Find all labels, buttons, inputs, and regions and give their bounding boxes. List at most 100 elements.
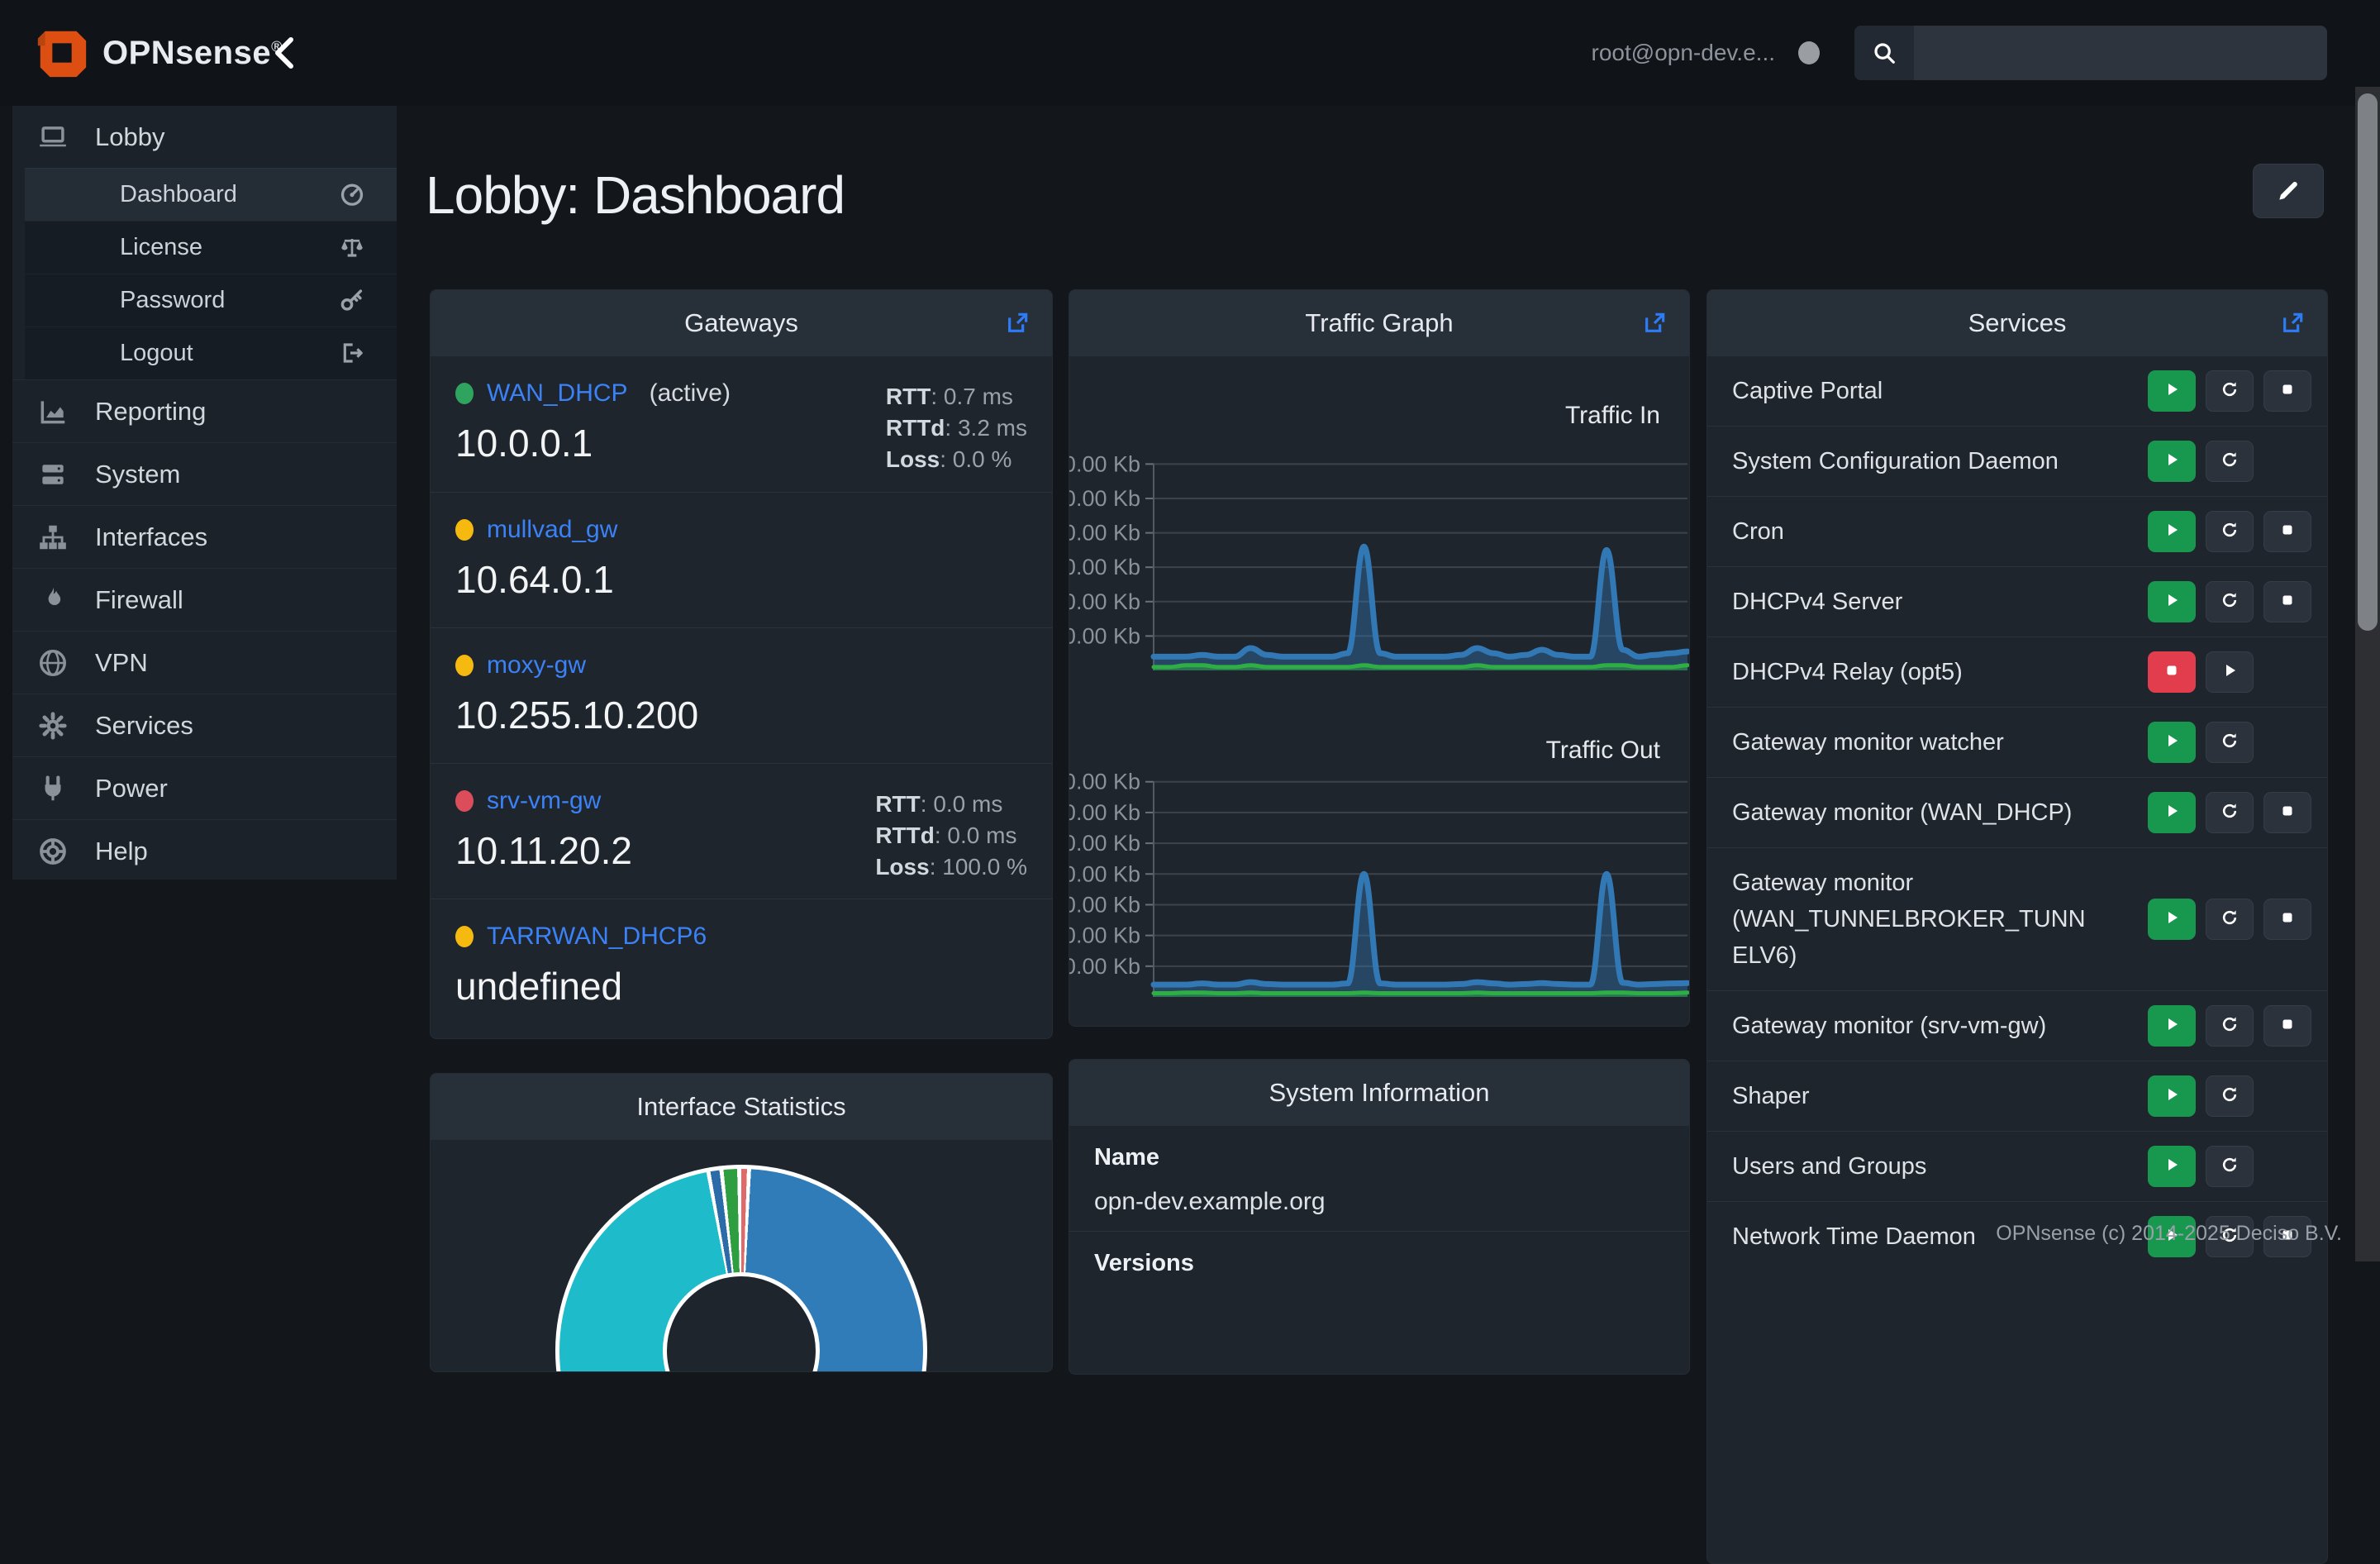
sitemap-icon	[37, 521, 74, 554]
gateway-status-dot	[455, 383, 474, 404]
sidebar-item-password[interactable]: Password	[25, 274, 397, 327]
service-start-button[interactable]	[2148, 1146, 2196, 1187]
service-restart-button[interactable]	[2206, 1075, 2254, 1117]
gateway-link[interactable]: TARRWAN_DHCP6	[487, 923, 707, 951]
service-start-button[interactable]	[2148, 441, 2196, 482]
gateway-row-wan-dhcp: WAN_DHCP(active)10.0.0.1RTT: 0.7 msRTTd:…	[431, 356, 1052, 492]
service-restart-button[interactable]	[2206, 1005, 2254, 1047]
service-row-gateway-monitor-srv-vm-gw: Gateway monitor (srv-vm-gw)	[1707, 990, 2327, 1061]
service-start-button[interactable]	[2206, 651, 2254, 693]
sidebar-item-dashboard[interactable]: Dashboard	[25, 168, 397, 221]
service-start-button[interactable]	[2148, 722, 2196, 763]
service-actions	[2148, 899, 2311, 940]
brand[interactable]: OPNsense®	[33, 21, 283, 84]
service-start-button[interactable]	[2148, 1075, 2196, 1117]
sidebar-item-services[interactable]: Services	[12, 694, 397, 756]
sidebar-menu: LobbyDashboardLicensePasswordLogoutRepor…	[12, 106, 397, 882]
play-icon	[2162, 520, 2182, 544]
external-link-icon[interactable]	[1004, 310, 1031, 336]
donut-hole	[663, 1272, 820, 1371]
service-restart-button[interactable]	[2206, 1146, 2254, 1187]
service-start-button[interactable]	[2148, 581, 2196, 622]
service-stop-button[interactable]	[2263, 581, 2311, 622]
gateway-address: undefined	[455, 964, 1027, 1008]
service-row-cron: Cron	[1707, 496, 2327, 566]
scrollbar-track[interactable]	[2355, 87, 2380, 1261]
service-start-button[interactable]	[2148, 1005, 2196, 1047]
sidebar-item-lobby[interactable]: Lobby	[12, 106, 397, 168]
service-start-button[interactable]	[2148, 511, 2196, 552]
svg-text:700.00 Kb: 700.00 Kb	[1069, 770, 1140, 794]
service-start-button[interactable]	[2148, 899, 2196, 940]
service-restart-button[interactable]	[2206, 511, 2254, 552]
gauge-icon	[339, 181, 369, 209]
gateway-link[interactable]: WAN_DHCP	[487, 379, 628, 408]
gateway-address: 10.64.0.1	[455, 557, 1027, 602]
sidebar-item-reporting[interactable]: Reporting	[12, 379, 397, 442]
sidebar-item-label: Services	[95, 711, 193, 741]
sidebar-item-vpn[interactable]: VPN	[12, 631, 397, 694]
main-content: Lobby: Dashboard Gateways WAN_DHCP(activ…	[397, 106, 2355, 1261]
gateway-link[interactable]: mullvad_gw	[487, 516, 617, 544]
sidebar-item-label: System	[95, 460, 180, 489]
sidebar-item-label: VPN	[95, 648, 148, 678]
service-row-users-and-groups: Users and Groups	[1707, 1131, 2327, 1201]
service-restart-button[interactable]	[2206, 581, 2254, 622]
service-restart-button[interactable]	[2206, 792, 2254, 833]
service-restart-button[interactable]	[2206, 722, 2254, 763]
service-name: DHCPv4 Relay (opt5)	[1732, 654, 2096, 690]
service-stop-button[interactable]	[2148, 651, 2196, 693]
gateways-panel: Gateways WAN_DHCP(active)10.0.0.1RTT: 0.…	[430, 289, 1053, 1039]
service-start-button[interactable]	[2148, 792, 2196, 833]
edit-dashboard-button[interactable]	[2253, 164, 2324, 218]
sidebar-item-system[interactable]: System	[12, 442, 397, 505]
sidebar-collapse-button[interactable]	[266, 33, 306, 73]
field-value: opn-dev.example.org	[1094, 1188, 1664, 1218]
service-actions	[2148, 792, 2311, 833]
service-stop-button[interactable]	[2263, 370, 2311, 412]
svg-text:120.00 Kb: 120.00 Kb	[1069, 451, 1140, 476]
pencil-icon	[2275, 178, 2301, 204]
service-start-button[interactable]	[2148, 370, 2196, 412]
sidebar-item-logout[interactable]: Logout	[25, 327, 397, 379]
chevron-left-icon	[266, 33, 306, 73]
sidebar-item-help[interactable]: Help	[12, 819, 397, 882]
service-restart-button[interactable]	[2206, 441, 2254, 482]
globe-icon	[37, 646, 74, 679]
service-stop-button[interactable]	[2263, 511, 2311, 552]
sidebar-item-label: Help	[95, 837, 148, 866]
service-restart-button[interactable]	[2206, 899, 2254, 940]
user-menu[interactable]: root@opn-dev.e...	[1592, 40, 1775, 66]
search-input[interactable]	[1914, 26, 2327, 80]
sidebar-item-license[interactable]: License	[25, 221, 397, 274]
scales-icon	[339, 234, 369, 262]
scrollbar-thumb[interactable]	[2358, 93, 2378, 631]
service-stop-button[interactable]	[2263, 792, 2311, 833]
gateway-link[interactable]: moxy-gw	[487, 651, 586, 679]
service-name: Cron	[1732, 513, 2096, 550]
interface-statistics-panel: Interface Statistics	[430, 1073, 1053, 1372]
service-stop-button[interactable]	[2263, 899, 2311, 940]
stop-icon	[2278, 379, 2297, 403]
sidebar-item-power[interactable]: Power	[12, 756, 397, 819]
svg-text:200.00 Kb: 200.00 Kb	[1069, 923, 1140, 948]
gateway-link[interactable]: srv-vm-gw	[487, 787, 601, 815]
service-restart-button[interactable]	[2206, 370, 2254, 412]
fire-icon	[37, 584, 74, 617]
service-actions	[2148, 370, 2311, 412]
stop-icon	[2278, 590, 2297, 614]
service-actions	[2148, 511, 2311, 552]
system-information-title: System Information	[1269, 1078, 1489, 1108]
play-icon	[2162, 801, 2182, 825]
sidebar-item-label: Interfaces	[95, 522, 207, 552]
sidebar-item-firewall[interactable]: Firewall	[12, 568, 397, 631]
services-list: Captive PortalSystem Configuration Daemo…	[1707, 356, 2327, 1271]
restart-icon	[2220, 1085, 2240, 1109]
external-link-icon[interactable]	[1641, 310, 1668, 336]
svg-text:600.00 Kb: 600.00 Kb	[1069, 800, 1140, 825]
external-link-icon[interactable]	[2279, 310, 2306, 336]
gateway-row-mullvad-gw: mullvad_gw 10.64.0.1	[431, 492, 1052, 627]
service-stop-button[interactable]	[2263, 1005, 2311, 1047]
top-navbar: OPNsense® root@opn-dev.e...	[0, 0, 2380, 106]
sidebar-item-interfaces[interactable]: Interfaces	[12, 505, 397, 568]
